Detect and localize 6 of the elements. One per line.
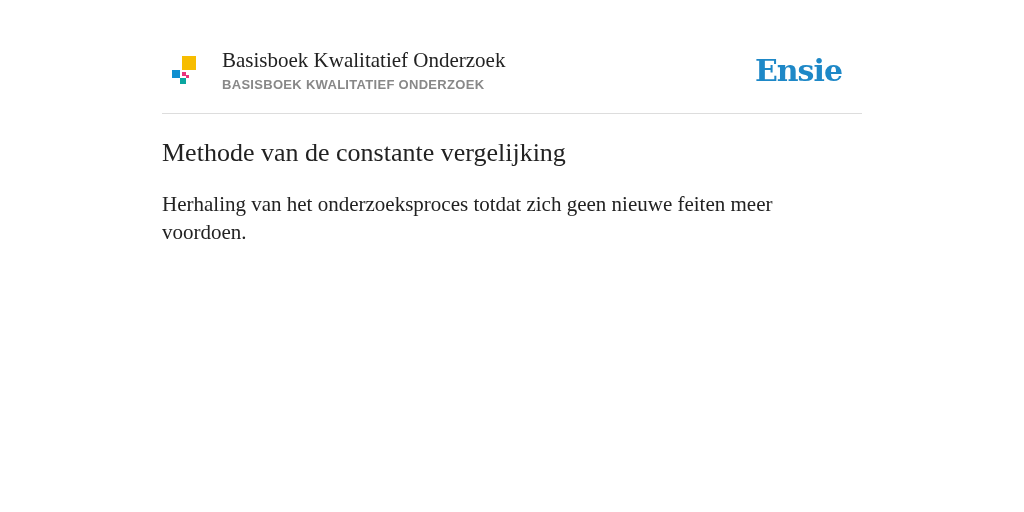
entry-definition: Herhaling van het onderzoeksproces totdat zich geen nieuwe feiten meer voordoen. (162, 191, 774, 246)
entry-title: Methode van de constante vergelijking (162, 138, 567, 168)
brand-logo[interactable]: Ensie (754, 52, 842, 88)
book-title[interactable]: Basisboek Kwalitatief Onderzoek (222, 48, 755, 73)
logo-icon (172, 56, 196, 84)
book-subtitle: BASISBOEK KWALITATIEF ONDERZOEK (222, 77, 486, 92)
